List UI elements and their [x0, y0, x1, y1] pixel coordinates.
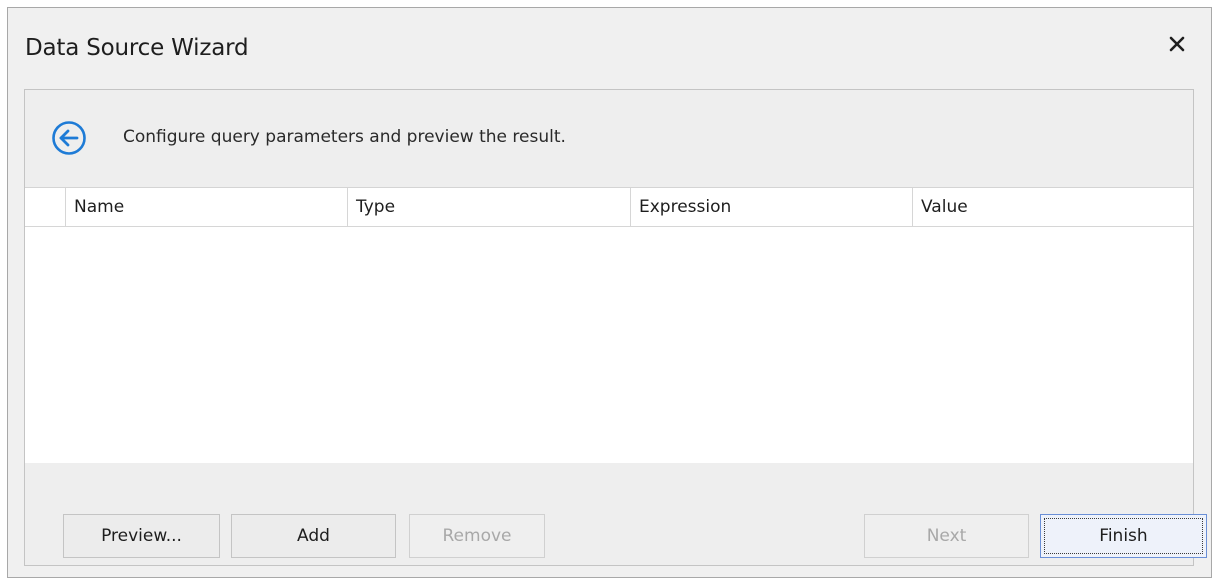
close-icon[interactable]: [1165, 32, 1189, 56]
grid-body[interactable]: [25, 227, 1193, 463]
focus-ring: [1044, 518, 1203, 554]
column-header-name[interactable]: Name: [65, 188, 347, 226]
parameters-grid[interactable]: Name Type Expression Value: [25, 187, 1193, 463]
wizard-panel: Configure query parameters and preview t…: [24, 89, 1207, 566]
back-arrow-icon[interactable]: [51, 120, 87, 156]
title-bar: Data Source Wizard: [8, 8, 1211, 88]
remove-button[interactable]: Remove: [409, 514, 545, 558]
column-header-value[interactable]: Value: [912, 188, 1193, 226]
column-header-type[interactable]: Type: [347, 188, 630, 226]
grid-header: Name Type Expression Value: [25, 188, 1193, 227]
wizard-header: Configure query parameters and preview t…: [25, 90, 1193, 187]
window-title: Data Source Wizard: [25, 35, 249, 61]
finish-button[interactable]: Finish: [1040, 514, 1207, 558]
row-indicator-header: [25, 188, 65, 226]
column-header-expression[interactable]: Expression: [630, 188, 912, 226]
preview-button[interactable]: Preview...: [63, 514, 220, 558]
add-button[interactable]: Add: [231, 514, 396, 558]
page-instruction: Configure query parameters and preview t…: [123, 127, 566, 147]
next-button[interactable]: Next: [864, 514, 1029, 558]
wizard-window: Data Source Wizard Configure query param…: [7, 7, 1212, 578]
